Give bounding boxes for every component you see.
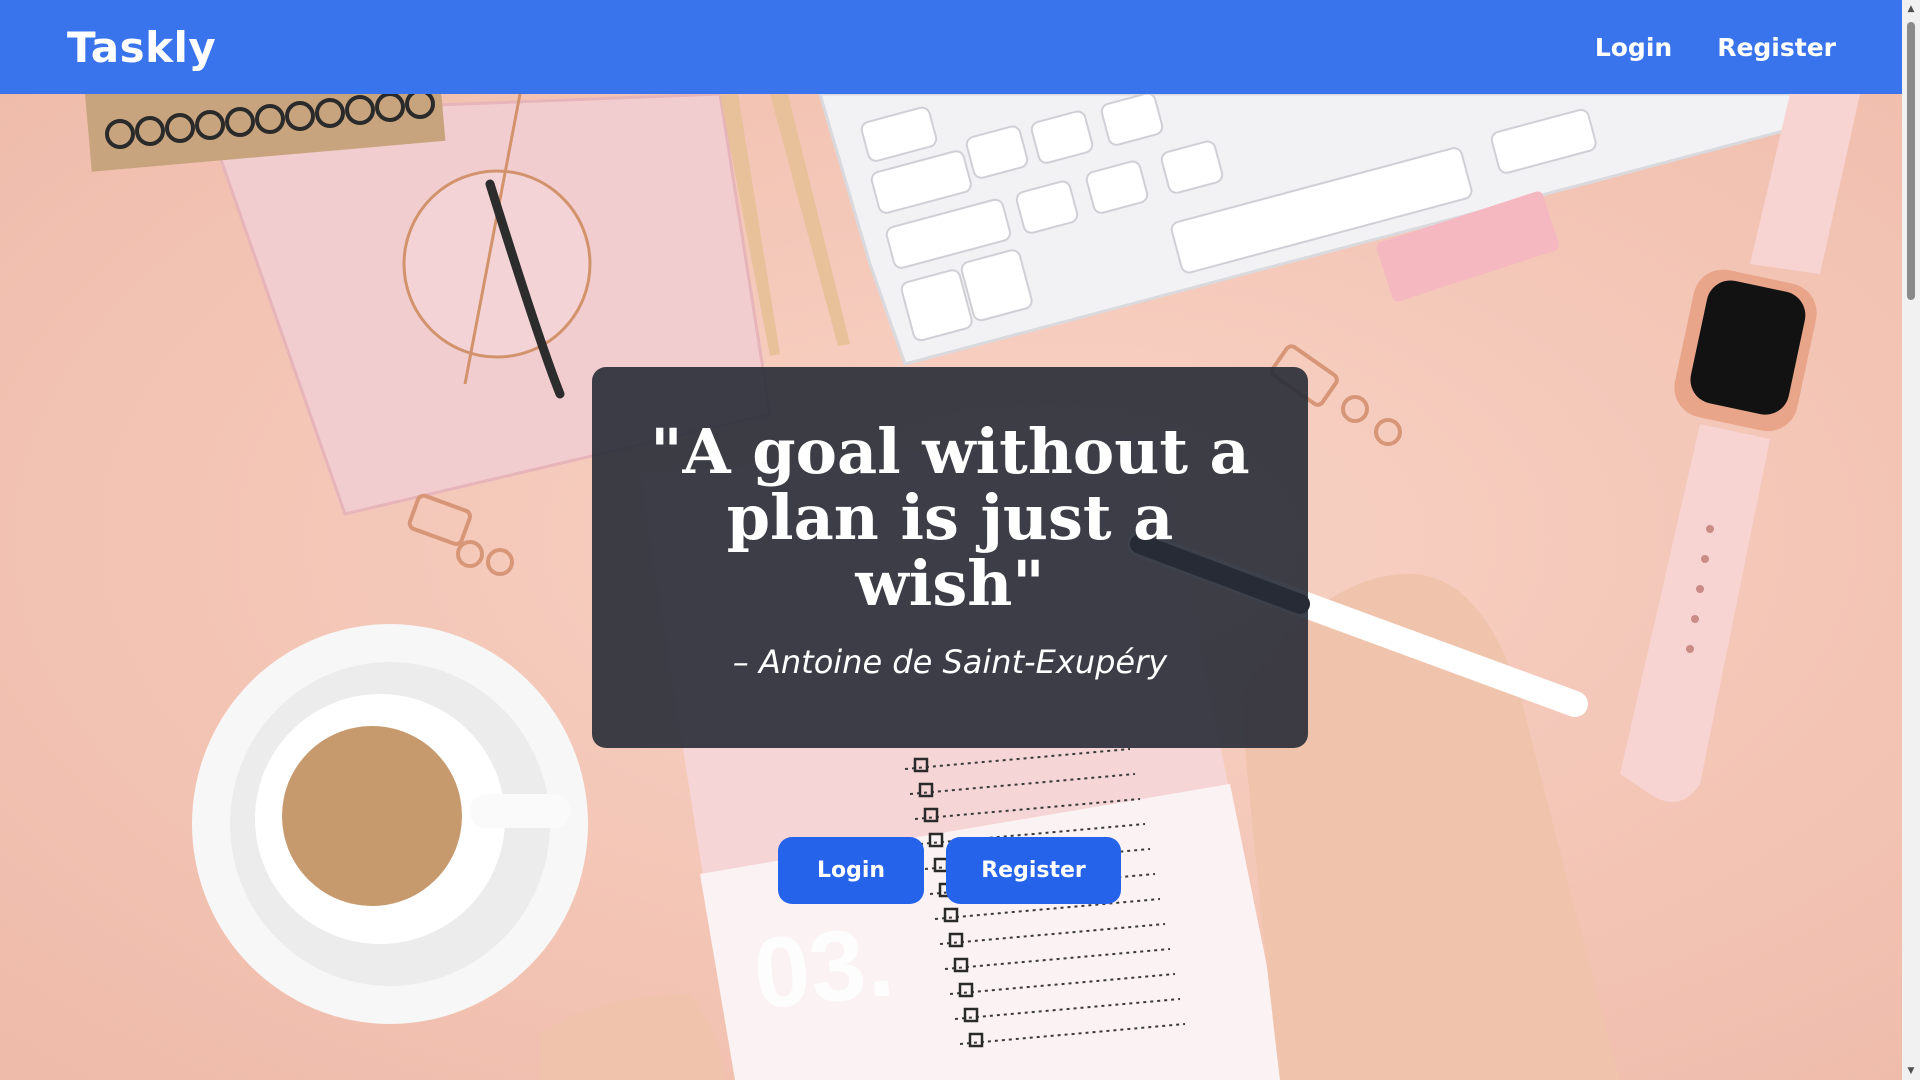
scroll-down-arrow-icon[interactable]: ▼	[1902, 1062, 1920, 1080]
nav-login-link[interactable]: Login	[1595, 33, 1672, 62]
page-scrollbar[interactable]: ▲ ▼	[1902, 0, 1920, 1080]
coffee-cup-illustration	[192, 624, 588, 1024]
hero-quote: "A goal without a plan is just a wish"	[650, 415, 1250, 620]
nav-register-link[interactable]: Register	[1717, 33, 1836, 62]
smartwatch-illustration	[1620, 94, 1860, 802]
scroll-thumb[interactable]	[1907, 22, 1915, 300]
scroll-up-arrow-icon[interactable]: ▲	[1902, 0, 1920, 18]
hero-cta-group: Login Register	[778, 837, 1121, 904]
quote-author: – Antoine de Saint-Exupéry	[732, 643, 1168, 681]
nav-links: Login Register	[1595, 33, 1836, 62]
keyboard-illustration	[818, 94, 1822, 366]
register-button[interactable]: Register	[946, 837, 1121, 904]
brand-logo[interactable]: Taskly	[67, 23, 216, 72]
top-navbar: Taskly Login Register	[0, 0, 1902, 94]
quote-card: "A goal without a plan is just a wish" –…	[592, 367, 1308, 748]
todo-paper-number: 03.	[749, 905, 899, 1031]
login-button[interactable]: Login	[778, 837, 924, 904]
